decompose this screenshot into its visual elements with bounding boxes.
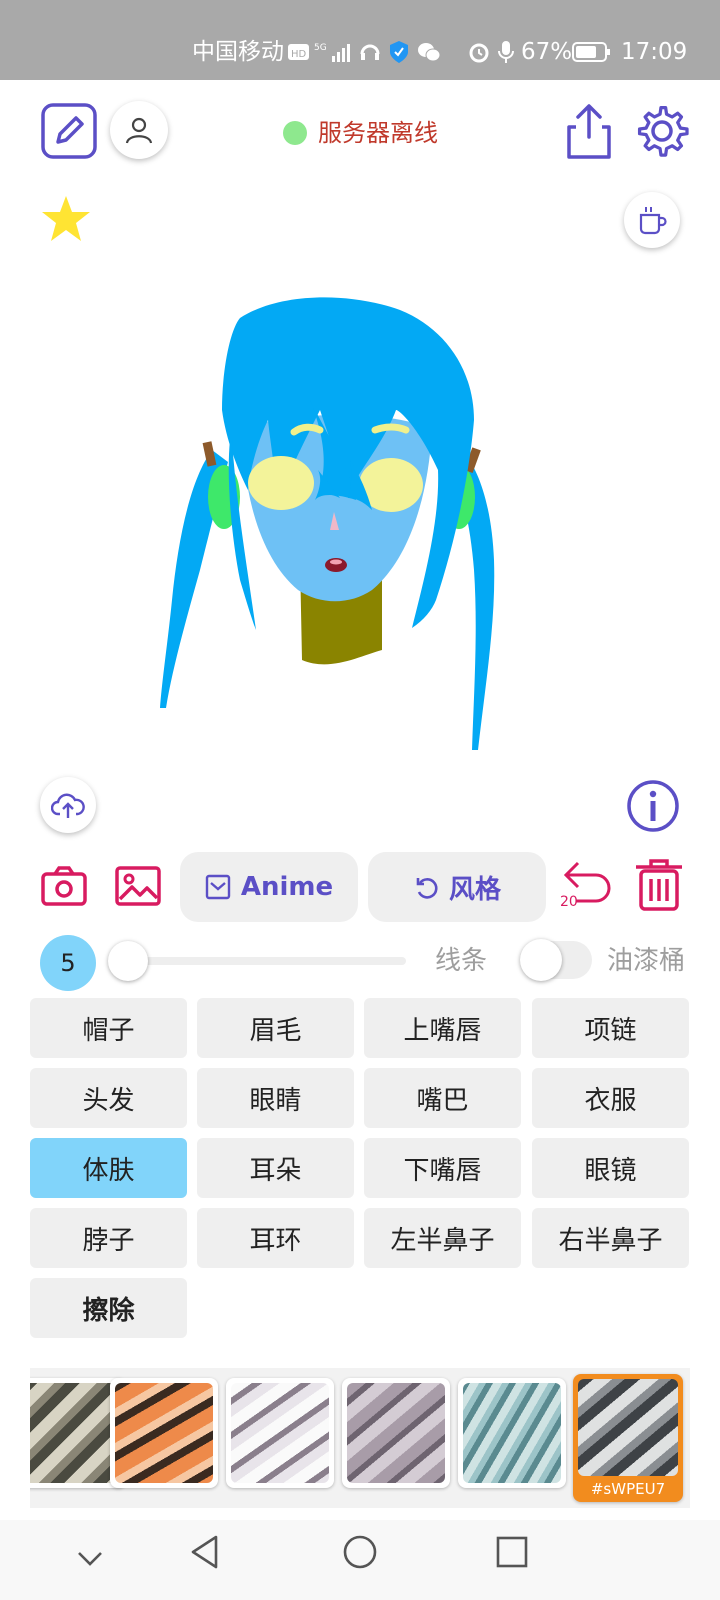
shield-icon [390,41,408,63]
status-bar: 中国移动 HD 5G 67% 17:09 [0,0,720,80]
svg-text:5G: 5G [314,43,327,53]
hd-icon: HD [288,44,309,60]
part-button[interactable]: 头发 [30,1068,187,1128]
part-button[interactable]: 眼睛 [197,1068,354,1128]
coffee-cup-icon [639,207,667,235]
part-button[interactable]: 脖子 [30,1208,187,1268]
part-button[interactable]: 嘴巴 [364,1068,521,1128]
signal-icon: 5G [314,43,350,62]
back-triangle-icon[interactable] [188,1534,222,1570]
part-button[interactable]: 右半鼻子 [532,1208,689,1268]
texture-swatch[interactable] [342,1378,450,1488]
info-icon[interactable] [626,779,680,833]
battery-percent: 67% [521,39,573,65]
line-mode-label: 线条 [435,946,488,976]
gallery-image-icon[interactable] [114,865,162,907]
headset-icon [360,44,380,60]
cloud-upload-button[interactable] [40,777,96,833]
carrier-label: 中国移动 [192,39,284,65]
part-button[interactable]: 耳环 [197,1208,354,1268]
favorite-star-icon[interactable] [40,194,92,244]
user-icon [125,117,153,144]
camera-icon[interactable] [40,865,88,907]
part-button[interactable]: 帽子 [30,998,187,1058]
server-status-text: 服务器离线 [318,119,438,147]
texture-swatch[interactable] [110,1378,218,1488]
brush-size-slider-track[interactable] [124,957,406,965]
home-circle-icon[interactable] [342,1534,378,1570]
mouth-tongue [330,559,342,565]
texture-swatch[interactable] [226,1378,334,1488]
part-button[interactable]: 眉毛 [197,998,354,1058]
rotate-icon [416,878,438,899]
bucket-mode-label: 油漆桶 [607,946,686,976]
anime-button-label: Anime [240,872,334,902]
part-button[interactable]: 下嘴唇 [364,1138,521,1198]
battery-icon [572,42,610,62]
edit-icon[interactable] [40,102,98,160]
microphone-icon [498,41,514,63]
part-button[interactable]: 眼镜 [532,1138,689,1198]
texture-swatch[interactable] [458,1378,566,1488]
anime-button[interactable]: Anime [180,852,358,922]
texture-strip[interactable]: #sWPEU7 [30,1368,690,1508]
part-button-selected[interactable]: 体肤 [30,1138,187,1198]
style-button[interactable]: 风格 [368,852,546,922]
drawing-canvas[interactable] [0,250,720,770]
alarm-icon [469,43,489,63]
part-button[interactable]: 耳朵 [197,1138,354,1198]
undo-count: 20 [560,894,578,910]
texture-code: #sWPEU7 [590,1480,666,1498]
part-button[interactable]: 左半鼻子 [364,1208,521,1268]
coffee-button[interactable] [624,192,680,248]
part-button[interactable]: 上嘴唇 [364,998,521,1058]
recents-square-icon[interactable] [496,1536,528,1568]
share-icon[interactable] [564,103,614,161]
clock: 17:09 [621,39,688,65]
cloud-upload-icon [51,793,85,818]
collapse-chevron-icon[interactable] [76,1544,104,1572]
brush-size-badge: 5 [40,935,96,991]
erase-button[interactable]: 擦除 [30,1278,187,1338]
trash-icon[interactable] [634,858,684,912]
server-status-dot [283,121,307,145]
style-button-label: 风格 [448,874,501,905]
wechat-icon [418,43,441,62]
settings-gear-icon[interactable] [634,103,690,159]
svg-text:HD: HD [291,49,307,60]
part-button[interactable]: 项链 [532,998,689,1058]
texture-swatch-selected[interactable]: #sWPEU7 [573,1374,683,1502]
eye-left [248,456,314,510]
eyebrow-right [371,423,410,434]
checkbox-envelope-icon [205,874,231,900]
part-button[interactable]: 衣服 [532,1068,689,1128]
brush-size-slider-thumb[interactable] [108,941,148,981]
bucket-toggle-knob[interactable] [520,939,562,981]
navigation-bar [0,1520,720,1600]
profile-button[interactable] [110,101,168,159]
